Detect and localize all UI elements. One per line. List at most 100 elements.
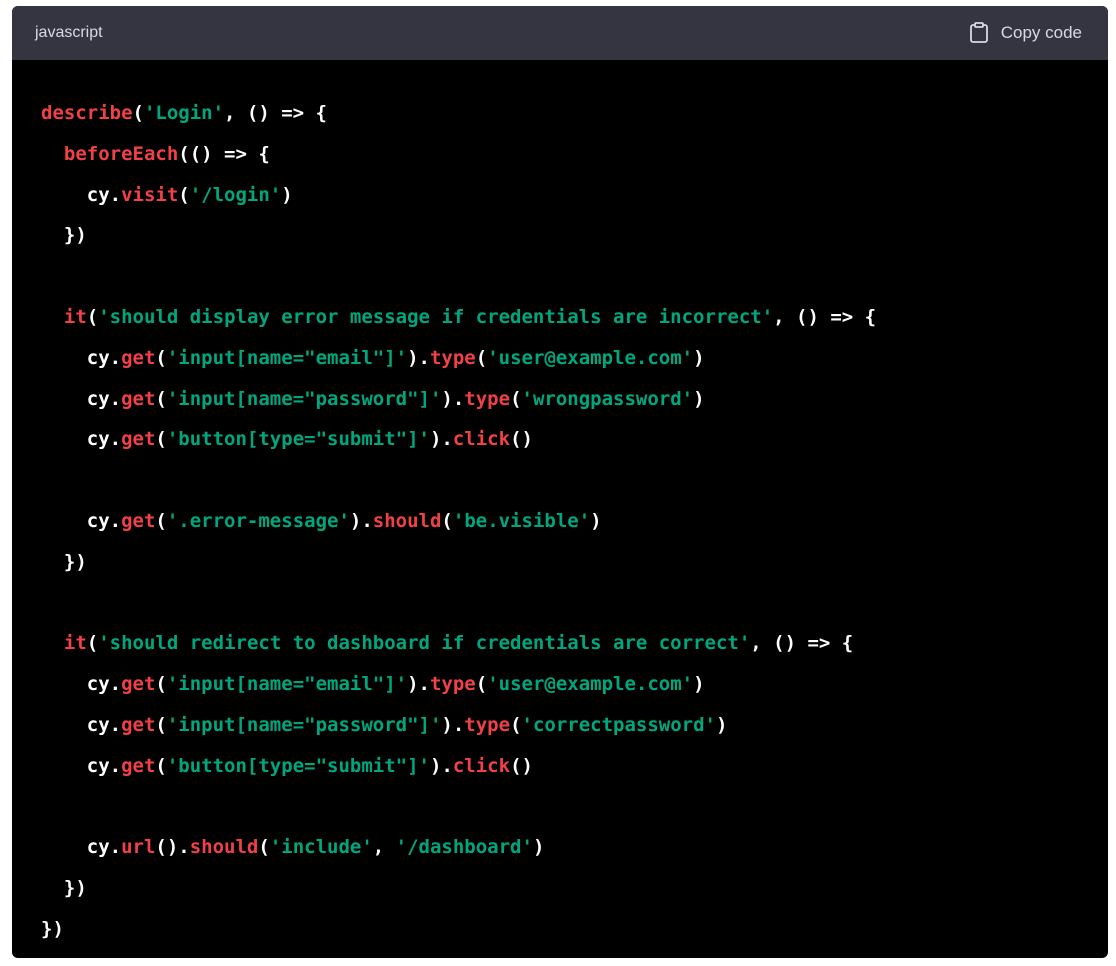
code-token: get <box>121 387 156 410</box>
code-token: ( <box>475 346 488 369</box>
code-token: }) <box>41 877 87 900</box>
code-token: 'input[name="password"]' <box>166 713 442 736</box>
code-token: '.error-message' <box>166 509 350 532</box>
code-header: javascript Copy code <box>12 6 1108 60</box>
code-token: ) <box>715 713 728 736</box>
code-token: ( <box>155 428 167 451</box>
code-token: ( <box>155 509 167 532</box>
code-token: cy. <box>41 346 122 369</box>
code-token: ( <box>441 509 453 532</box>
code-token: ). <box>441 387 465 410</box>
code-token: cy. <box>41 428 122 451</box>
code-token: ) <box>281 183 293 206</box>
code-token: cy. <box>41 673 122 696</box>
code-line: cy.visit('/login') <box>41 175 1108 216</box>
code-line: cy.get('input[name="password"]').type('c… <box>41 705 1108 746</box>
code-line: cy.get('input[name="email"]').type('user… <box>41 338 1108 379</box>
code-token: get <box>121 713 156 736</box>
code-token: '/dashboard' <box>395 836 533 859</box>
code-token: cy. <box>41 509 122 532</box>
code-line: cy.url().should('include', '/dashboard') <box>41 827 1108 868</box>
code-token: 'button[type="submit"]' <box>166 754 430 777</box>
code-token: visit <box>121 183 179 206</box>
code-token: ). <box>407 346 430 369</box>
code-token: 'user@example.com' <box>487 673 694 696</box>
code-token: describe <box>41 102 133 124</box>
code-token: 'button[type="submit"]' <box>166 428 430 451</box>
code-token: it <box>63 305 87 328</box>
code-token: ( <box>86 305 99 328</box>
code-token: ( <box>132 102 144 124</box>
code-line: cy.get('button[type="submit"]').click() <box>41 746 1108 787</box>
code-token: ( <box>510 387 522 410</box>
code-token: '/login' <box>189 183 282 206</box>
code-line: it('should display error message if cred… <box>41 297 1108 338</box>
code-token: get <box>121 673 156 696</box>
code-token: 'input[name="email"]' <box>166 346 408 369</box>
code-token: ). <box>429 754 453 777</box>
code-line: cy.get('input[name="email"]').type('user… <box>41 664 1108 705</box>
code-token: 'user@example.com' <box>487 346 694 369</box>
code-token: ( <box>258 836 270 859</box>
code-token: ( <box>86 632 99 655</box>
code-token: cy. <box>41 713 122 736</box>
code-token: ). <box>407 673 430 696</box>
code-token: }) <box>41 550 87 573</box>
code-token: 'input[name="password"]' <box>166 387 442 410</box>
code-line: }) <box>41 215 1108 256</box>
code-token: 'should display error message if credent… <box>98 305 774 328</box>
code-token: type <box>429 346 476 369</box>
code-line: cy.get('.error-message').should('be.visi… <box>41 501 1108 542</box>
code-content: describe('Login', () => { beforeEach(() … <box>12 60 1108 950</box>
code-token: () <box>510 428 533 451</box>
code-token: should <box>189 836 259 859</box>
code-token: }) <box>41 224 87 247</box>
code-token: , () => { <box>773 305 877 328</box>
code-token: 'input[name="email"]' <box>166 673 408 696</box>
code-token: get <box>121 428 156 451</box>
copy-code-button[interactable]: Copy code <box>969 22 1082 44</box>
code-line: }) <box>41 542 1108 583</box>
code-token: (() => { <box>178 142 270 165</box>
code-line: describe('Login', () => { <box>41 93 1108 134</box>
code-token: ). <box>429 428 453 451</box>
code-token: url <box>121 836 156 859</box>
copy-code-label: Copy code <box>1000 23 1082 42</box>
code-token: , () => { <box>750 632 854 655</box>
code-token: get <box>121 754 156 777</box>
code-token: cy. <box>41 754 122 777</box>
code-token: 'wrongpassword' <box>521 387 694 410</box>
code-token: 'be.visible' <box>452 509 591 532</box>
code-token: ( <box>155 754 167 777</box>
code-token: get <box>121 509 156 532</box>
code-token: ). <box>441 713 465 736</box>
code-token: ( <box>155 713 167 736</box>
code-token: click <box>452 754 511 777</box>
code-token: cy. <box>41 183 122 206</box>
code-token: beforeEach <box>63 142 179 165</box>
code-token: ( <box>155 346 167 369</box>
code-token: click <box>452 428 511 451</box>
code-token: ). <box>349 509 373 532</box>
code-token: ( <box>178 183 190 206</box>
code-token: cy. <box>41 387 122 410</box>
code-line: }) <box>41 909 1108 950</box>
code-token: ( <box>510 713 522 736</box>
code-token: should <box>372 509 442 532</box>
code-token: 'include' <box>269 836 373 859</box>
code-token: , <box>372 836 396 859</box>
code-token: ) <box>590 509 602 532</box>
code-token: type <box>429 673 476 696</box>
language-label: javascript <box>35 24 103 41</box>
code-token: 'should redirect to dashboard if credent… <box>98 632 751 655</box>
code-token: ) <box>693 673 705 696</box>
code-token: it <box>63 632 87 655</box>
code-line: it('should redirect to dashboard if cred… <box>41 623 1108 664</box>
